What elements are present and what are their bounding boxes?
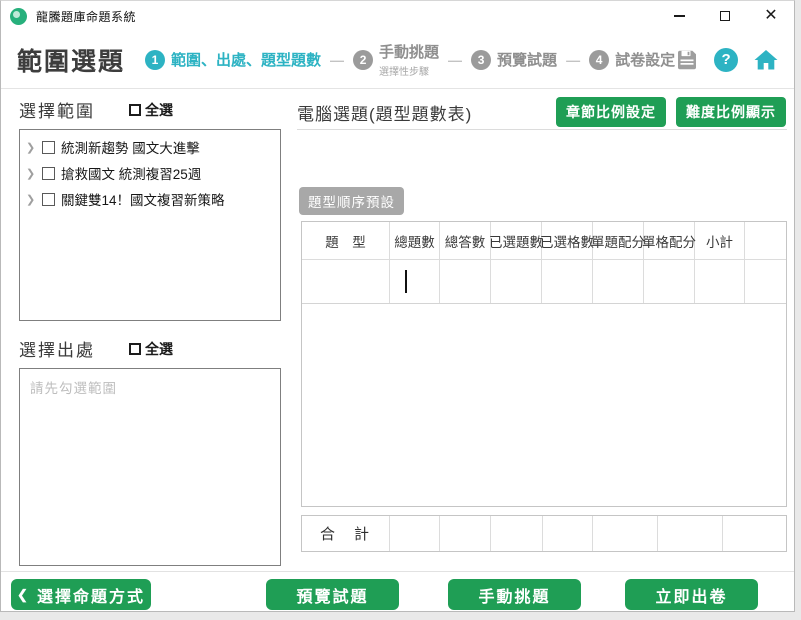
book-1-checkbox[interactable] <box>42 140 55 154</box>
totals-cell <box>723 516 786 551</box>
range-select-all-checkbox[interactable] <box>129 103 141 116</box>
book-3-checkbox[interactable] <box>42 192 55 206</box>
totals-cell <box>440 516 491 551</box>
window-controls: ✕ <box>656 1 794 31</box>
expand-icon[interactable]: ❯ <box>26 193 36 206</box>
source-select-all[interactable]: 全選 <box>129 339 173 359</box>
maximize-button[interactable] <box>702 1 748 31</box>
col-points-per-question: 單題配分 <box>591 222 645 259</box>
range-select-all[interactable]: 全選 <box>129 100 173 120</box>
source-title: 選擇出處 <box>19 341 95 360</box>
step-separator: — <box>566 51 581 68</box>
step-1-circle: 1 <box>145 49 166 70</box>
home-icon[interactable] <box>753 48 779 72</box>
step-3-circle: 3 <box>471 49 492 70</box>
minimize-button[interactable] <box>656 1 702 31</box>
cell-points-per-question[interactable] <box>593 260 644 303</box>
cell-question-type[interactable] <box>302 260 390 303</box>
range-title: 選擇範圍 <box>19 102 95 121</box>
range-tree: ❯ 統測新趨勢 國文大進擊 ❯ 搶救國文 統測複習25週 ❯ 關鍵雙14！國文複… <box>19 129 281 321</box>
step-4-paper-settings[interactable]: 4 試卷設定 <box>589 49 675 70</box>
titlebar: 龍騰題庫命題系統 ✕ <box>1 1 794 31</box>
save-icon[interactable] <box>675 48 699 72</box>
expand-icon[interactable]: ❯ <box>26 167 36 180</box>
totals-cell <box>543 516 593 551</box>
step-4-circle: 4 <box>589 49 610 70</box>
totals-cell <box>390 516 440 551</box>
computer-selection-title: 電腦選題(題型題數表) <box>297 104 473 124</box>
chapter-ratio-button[interactable]: 章節比例設定 <box>556 97 666 127</box>
col-subtotal: 小計 <box>695 222 745 259</box>
right-panel-divider <box>297 129 787 130</box>
minimize-icon <box>673 15 685 17</box>
app-logo-icon <box>10 7 27 25</box>
cell-extra[interactable] <box>745 260 786 303</box>
question-type-table: 題 型 總題數 總答數 已選題數 已選格數 單題配分 單格配分 小計 <box>301 221 787 507</box>
source-list[interactable]: 請先勾選範圍 <box>19 368 281 566</box>
source-select-all-checkbox[interactable] <box>129 342 141 355</box>
cell-total-answers[interactable] <box>440 260 491 303</box>
help-icon[interactable]: ? <box>714 47 739 72</box>
source-placeholder: 請先勾選範圍 <box>30 381 117 396</box>
close-icon: ✕ <box>764 7 778 24</box>
table-empty-row[interactable] <box>302 260 786 304</box>
col-selected-questions: 已選題數 <box>489 222 543 259</box>
wizard-steps: 1 範圍、出處、題型題數 — 2 手動挑題 選擇性步驟 — 3 預覽試題 — 4… <box>145 41 675 78</box>
col-extra <box>745 222 786 259</box>
page-header: 範圍選題 1 範圍、出處、題型題數 — 2 手動挑題 選擇性步驟 — 3 預覽試… <box>1 31 794 89</box>
chevron-left-icon: ❮ <box>17 586 30 602</box>
left-panel: 選擇範圍 全選 ❯ 統測新趨勢 國文大進擊 ❯ 搶救國文 統測複習25週 ❯ 關… <box>19 97 281 566</box>
step-1-range[interactable]: 1 範圍、出處、題型題數 <box>145 49 321 70</box>
manual-pick-button[interactable]: 手動挑題 <box>448 579 581 610</box>
page-title: 範圍選題 <box>17 47 126 76</box>
col-total-answers: 總答數 <box>440 222 491 259</box>
cell-selected-questions[interactable] <box>491 260 542 303</box>
step-2-manual-pick[interactable]: 2 手動挑題 選擇性步驟 <box>353 41 439 78</box>
totals-label: 合 計 <box>302 516 390 551</box>
tree-item-book-2[interactable]: ❯ 搶救國文 統測複習25週 <box>22 160 278 186</box>
table-header-row: 題 型 總題數 總答數 已選題數 已選格數 單題配分 單格配分 小計 <box>302 222 786 260</box>
cell-subtotal[interactable] <box>695 260 745 303</box>
col-selected-blanks: 已選格數 <box>540 222 594 259</box>
app-window: 龍騰題庫命題系統 ✕ 範圍選題 1 範圍、出處、題型題數 — 2 手動挑題 選擇… <box>0 0 795 612</box>
step-separator: — <box>330 51 345 68</box>
step-3-preview[interactable]: 3 預覽試題 <box>471 49 557 70</box>
cell-points-per-blank[interactable] <box>644 260 695 303</box>
step-2-circle: 2 <box>353 49 374 70</box>
cell-total-questions[interactable] <box>390 260 440 303</box>
maximize-icon <box>720 11 730 21</box>
question-order-preset-button[interactable]: 題型順序預設 <box>299 187 404 215</box>
step-separator: — <box>448 51 463 68</box>
close-button[interactable]: ✕ <box>748 1 794 31</box>
difficulty-ratio-button[interactable]: 難度比例顯示 <box>676 97 786 127</box>
col-question-type: 題 型 <box>302 222 390 259</box>
generate-paper-button[interactable]: 立即出卷 <box>625 579 758 610</box>
tree-item-book-1[interactable]: ❯ 統測新趨勢 國文大進擊 <box>22 134 278 160</box>
right-panel-header: 電腦選題(題型題數表) 章節比例設定 難度比例顯示 <box>297 97 786 127</box>
totals-cell <box>491 516 543 551</box>
totals-cell <box>593 516 658 551</box>
expand-icon[interactable]: ❯ <box>26 141 36 154</box>
range-section-header: 選擇範圍 全選 <box>19 97 281 122</box>
col-points-per-blank: 單格配分 <box>642 222 696 259</box>
text-cursor <box>404 270 407 293</box>
cell-selected-blanks[interactable] <box>542 260 593 303</box>
back-to-method-button[interactable]: ❮ 選擇命題方式 <box>11 579 151 610</box>
col-total-questions: 總題數 <box>390 222 440 259</box>
footer-divider <box>1 571 794 572</box>
totals-cell <box>658 516 723 551</box>
source-section-header: 選擇出處 全選 <box>19 336 281 361</box>
book-2-checkbox[interactable] <box>42 166 55 180</box>
app-title: 龍騰題庫命題系統 <box>36 9 137 24</box>
tree-item-book-3[interactable]: ❯ 關鍵雙14！國文複習新策略 <box>22 186 278 212</box>
totals-row: 合 計 <box>301 515 787 552</box>
preview-questions-button[interactable]: 預覽試題 <box>266 579 399 610</box>
header-icons: ? <box>675 47 779 72</box>
